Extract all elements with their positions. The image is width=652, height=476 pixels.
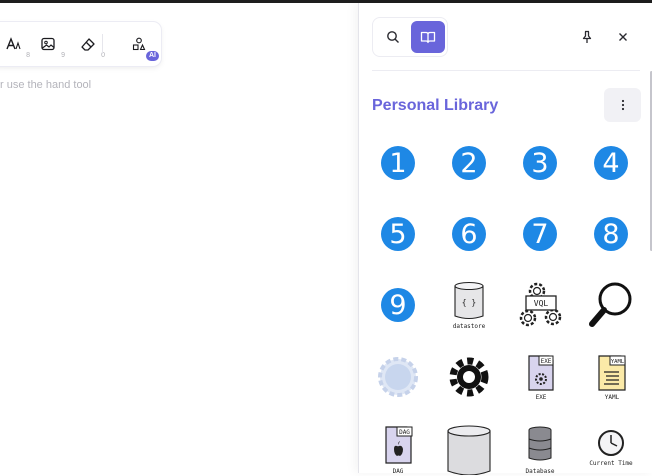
eraser-tool-button[interactable]: 0	[75, 32, 105, 59]
yaml-file-icon: YAML YAML	[598, 355, 626, 401]
library-item-number-7[interactable]: 7	[512, 206, 568, 262]
cylinder-icon	[447, 425, 491, 475]
number-badge: 4	[594, 146, 628, 180]
library-item-number-1[interactable]: 1	[370, 135, 426, 191]
library-sidebar: Personal Library 1 2 3 4 5 6 7 8 9 { } d…	[358, 3, 652, 476]
image-tool-button[interactable]: 9	[35, 32, 65, 59]
close-button[interactable]	[613, 27, 633, 47]
text-tool-shortcut: 8	[26, 52, 30, 59]
database-icon: Database	[526, 426, 555, 475]
eraser-icon	[81, 38, 95, 51]
tab-search[interactable]	[377, 21, 409, 53]
gear-icon	[449, 357, 489, 397]
vql-label: VQL	[534, 299, 549, 308]
number-badge: 2	[452, 146, 486, 180]
library-item-number-5[interactable]: 5	[370, 206, 426, 262]
ai-tools-button[interactable]: AI	[126, 32, 159, 61]
number-badge: 8	[594, 217, 628, 251]
library-item-black-gear[interactable]	[441, 349, 497, 405]
image-tool-shortcut: 9	[61, 52, 65, 59]
number-badge: 3	[523, 146, 557, 180]
dmg-caption: DAG	[393, 468, 404, 475]
number-badge: 1	[381, 146, 415, 180]
library-icon	[420, 31, 436, 44]
library-item-light-gear[interactable]	[370, 349, 426, 405]
text-icon	[6, 37, 21, 50]
close-icon	[619, 33, 627, 41]
ai-badge: AI	[146, 51, 159, 61]
library-item-clock[interactable]: Current Time	[583, 420, 639, 476]
pin-button[interactable]	[577, 27, 597, 47]
datastore-braces: { }	[462, 298, 476, 307]
magnifier-icon	[589, 282, 632, 327]
datastore-caption: datastore	[453, 323, 486, 330]
text-tool-button[interactable]: 8	[0, 32, 30, 59]
clock-icon: Current Time	[589, 430, 633, 467]
library-item-magnifier[interactable]	[583, 277, 639, 333]
database-caption: Database	[526, 468, 555, 475]
yaml-box-label: YAML	[611, 359, 625, 365]
library-item-number-6[interactable]: 6	[441, 206, 497, 262]
dmg-box-label: DAG	[399, 429, 410, 436]
sidebar-divider	[372, 70, 640, 71]
search-icon	[387, 31, 399, 43]
library-menu-button[interactable]	[604, 88, 641, 122]
library-item-dmg-file[interactable]: DAG DAG	[370, 420, 426, 476]
library-title: Personal Library	[372, 97, 499, 114]
number-badge: 9	[381, 288, 415, 322]
yaml-caption: YAML	[605, 394, 620, 401]
clock-caption: Current Time	[589, 460, 633, 467]
shapes-icon	[132, 37, 146, 51]
library-item-exe-file[interactable]: EXE EXE	[512, 349, 568, 405]
datastore-icon: { } datastore	[453, 281, 486, 330]
library-item-number-8[interactable]: 8	[583, 206, 639, 262]
library-item-cylinder[interactable]	[441, 420, 497, 476]
library-item-number-2[interactable]: 2	[441, 135, 497, 191]
library-item-number-4[interactable]: 4	[583, 135, 639, 191]
library-item-yaml-file[interactable]: YAML YAML	[583, 349, 639, 405]
toolbar-divider	[102, 34, 103, 54]
light-gear-icon	[378, 357, 418, 397]
sidebar-tabs	[372, 17, 448, 57]
number-badge: 5	[381, 217, 415, 251]
pin-icon	[582, 30, 592, 43]
vql-gears-icon: VQL	[519, 282, 562, 327]
tab-library[interactable]	[411, 21, 445, 53]
number-badge: 7	[523, 217, 557, 251]
exe-file-icon: EXE EXE	[528, 355, 554, 401]
image-icon	[41, 37, 55, 51]
library-item-datastore[interactable]: { } datastore	[441, 277, 497, 333]
library-item-database[interactable]: Database	[512, 420, 568, 476]
exe-caption: EXE	[536, 394, 547, 401]
more-vertical-icon	[621, 99, 624, 111]
dmg-file-icon: DAG DAG	[385, 426, 413, 475]
library-item-vql-gears[interactable]: VQL	[512, 277, 568, 333]
number-badge: 6	[452, 217, 486, 251]
library-item-number-3[interactable]: 3	[512, 135, 568, 191]
library-item-number-9[interactable]: 9	[370, 277, 426, 333]
exe-box-label: EXE	[541, 358, 552, 365]
main-toolbar: 8 9 0 AI	[0, 22, 161, 66]
canvas[interactable]: 8 9 0 AI r use the hand tool	[0, 3, 358, 473]
canvas-hint: r use the hand tool	[0, 79, 92, 91]
